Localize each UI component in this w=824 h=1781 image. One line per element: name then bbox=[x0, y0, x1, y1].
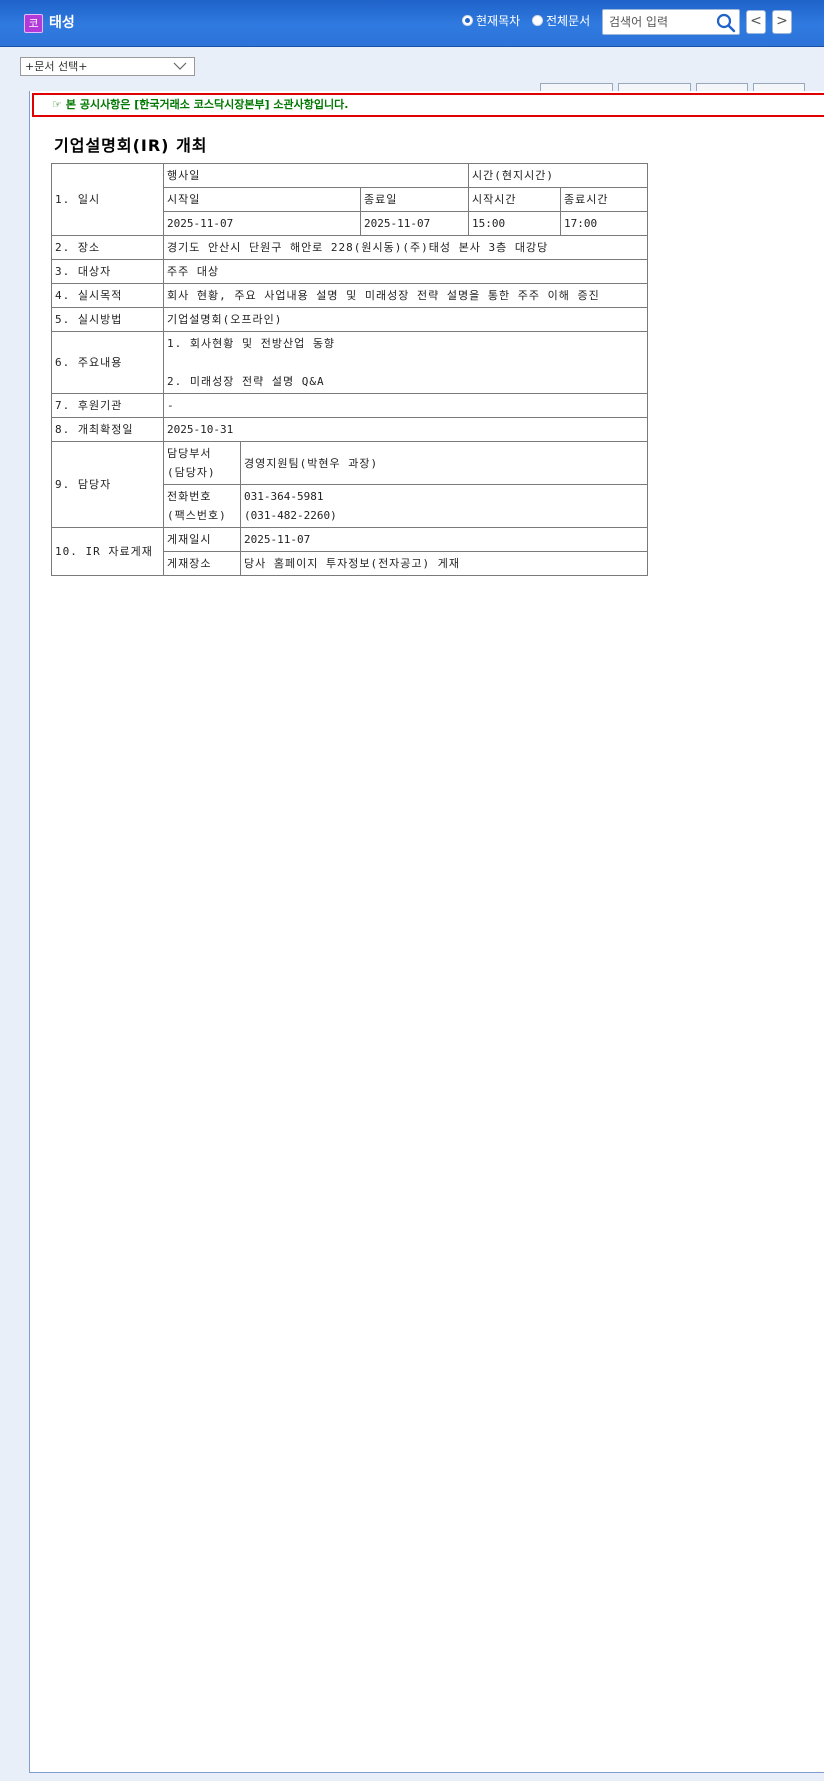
end-day-value: 2025-11-07 bbox=[359, 211, 470, 236]
document-select[interactable]: +문서 선택+ bbox=[20, 57, 195, 76]
phone-number: 031-364-5981 bbox=[244, 490, 324, 503]
row-label-datetime: 1. 일시 bbox=[51, 163, 164, 236]
table-row: 1. 일시 행사일 시간(현지시간) bbox=[51, 163, 649, 236]
time-header: 시간(현지시간) bbox=[468, 163, 649, 188]
row-label-purpose: 4. 실시목적 bbox=[51, 283, 164, 308]
post-date-value: 2025-11-07 bbox=[239, 527, 649, 552]
end-time-value: 17:00 bbox=[560, 211, 649, 236]
radio-all-documents-label[interactable]: 전체문서 bbox=[546, 12, 590, 29]
event-day-header: 행사일 bbox=[162, 163, 470, 188]
table-row: 6. 주요내용 1. 회사현황 및 전방산업 동향 2. 미래성장 전략 설명 … bbox=[51, 331, 649, 394]
fax-number: (031-482-2260) bbox=[244, 509, 337, 522]
main-content-line-1: 1. 회사현황 및 전방산업 동향 bbox=[167, 337, 336, 350]
phone-value: 031-364-5981 (031-482-2260) bbox=[239, 484, 649, 528]
main-content-line-2: 2. 미래성장 전략 설명 Q&A bbox=[167, 375, 325, 388]
notice-suffix: 소관사항입니다. bbox=[269, 98, 349, 111]
radio-all-documents[interactable]: 전체문서 bbox=[532, 12, 590, 29]
start-time-value: 15:00 bbox=[468, 211, 562, 236]
row-label-sponsor: 7. 후원기관 bbox=[51, 393, 164, 418]
row-label-venue: 2. 장소 bbox=[51, 235, 164, 260]
next-page-button[interactable]: > bbox=[772, 10, 792, 34]
phone-label: 전화번호 (팩스번호) bbox=[163, 484, 241, 528]
audience-value: 주주 대상 bbox=[162, 259, 649, 284]
radio-button-icon[interactable] bbox=[462, 15, 473, 26]
row-label-audience: 3. 대상자 bbox=[51, 259, 164, 284]
document-title: 기업설명회(IR) 개최 bbox=[54, 136, 208, 155]
notice-prefix: 본 공시사항은 bbox=[65, 98, 135, 111]
phone-label-line-2: (팩스번호) bbox=[167, 509, 227, 522]
prev-page-button[interactable]: < bbox=[746, 10, 766, 34]
post-date-label: 게재일시 bbox=[163, 527, 241, 552]
post-place-label: 게재장소 bbox=[163, 551, 241, 576]
confirm-date-value: 2025-10-31 bbox=[162, 417, 649, 442]
table-row: 2. 장소 경기도 안산시 단원구 해안로 228(원시동)(주)태성 본사 3… bbox=[51, 235, 649, 260]
start-time-label: 시작시간 bbox=[468, 187, 562, 212]
table-row: 9. 담당자 담당부서 (담당자) 경영지원팀(박현우 과장) bbox=[51, 441, 649, 528]
table-row: 3. 대상자 주주 대상 bbox=[51, 259, 649, 284]
row-label-method: 5. 실시방법 bbox=[51, 307, 164, 332]
company-name[interactable]: 태성 bbox=[49, 12, 75, 32]
method-value: 기업설명회(오프라인) bbox=[162, 307, 649, 332]
radio-current-toc[interactable]: 현재목차 bbox=[462, 12, 520, 29]
sponsor-value: - bbox=[162, 393, 649, 418]
search-input[interactable] bbox=[609, 13, 715, 31]
dept-label-line-2: (담당자) bbox=[167, 466, 216, 479]
chevron-down-icon[interactable] bbox=[173, 61, 187, 71]
notice-market: [한국거래소 코스닥시장본부] bbox=[134, 98, 270, 111]
purpose-value: 회사 현황, 주요 사업내용 설명 및 미래성장 전략 설명을 통한 주주 이해… bbox=[162, 283, 649, 308]
main-content-value: 1. 회사현황 및 전방산업 동향 2. 미래성장 전략 설명 Q&A bbox=[162, 331, 649, 394]
document-select-value[interactable]: +문서 선택+ bbox=[25, 60, 87, 73]
search-icon[interactable] bbox=[716, 13, 736, 33]
kosdaq-market-icon: 코 bbox=[24, 14, 43, 33]
start-day-label: 시작일 bbox=[163, 187, 361, 212]
radio-button-icon[interactable] bbox=[532, 15, 543, 26]
jurisdiction-notice: ☞ 본 공시사항은 [한국거래소 코스닥시장본부] 소관사항입니다. bbox=[32, 93, 824, 117]
document-viewer: ☞ 본 공시사항은 [한국거래소 코스닥시장본부] 소관사항입니다. 기업설명회(… bbox=[29, 91, 824, 1773]
search-box[interactable] bbox=[602, 9, 740, 35]
table-row: 10. IR 자료게재 게재일시 2025-11-07 bbox=[51, 527, 649, 576]
dept-value: 경영지원팀(박현우 과장) bbox=[239, 441, 649, 485]
table-row: 4. 실시목적 회사 현황, 주요 사업내용 설명 및 미래성장 전략 설명을 … bbox=[51, 283, 649, 308]
dept-label: 담당부서 (담당자) bbox=[163, 441, 241, 485]
ir-details-table: 1. 일시 행사일 시간(현지시간) 시작일 종료일 시작시간 종료시간 202… bbox=[51, 163, 649, 576]
phone-label-line-1: 전화번호 bbox=[167, 490, 212, 503]
pointing-hand-icon: ☞ bbox=[52, 98, 62, 111]
start-day-value: 2025-11-07 bbox=[163, 211, 361, 236]
row-label-main-content: 6. 주요내용 bbox=[51, 331, 164, 394]
row-label-ir-material: 10. IR 자료게재 bbox=[51, 527, 164, 576]
row-label-contact: 9. 담당자 bbox=[51, 441, 164, 528]
venue-value: 경기도 안산시 단원구 해안로 228(원시동)(주)태성 본사 3층 대강당 bbox=[162, 235, 649, 260]
end-time-label: 종료시간 bbox=[560, 187, 649, 212]
end-day-label: 종료일 bbox=[359, 187, 470, 212]
radio-current-toc-label[interactable]: 현재목차 bbox=[476, 12, 520, 29]
dept-label-line-1: 담당부서 bbox=[167, 447, 212, 460]
table-row: 7. 후원기관 - bbox=[51, 393, 649, 418]
top-bar: 코 태성 현재목차 전체문서 < > bbox=[0, 0, 824, 47]
post-place-value: 당사 홈페이지 투자정보(전자공고) 게재 bbox=[239, 551, 649, 576]
table-row: 5. 실시방법 기업설명회(오프라인) bbox=[51, 307, 649, 332]
table-row: 8. 개최확정일 2025-10-31 bbox=[51, 417, 649, 442]
row-label-confirm-date: 8. 개최확정일 bbox=[51, 417, 164, 442]
